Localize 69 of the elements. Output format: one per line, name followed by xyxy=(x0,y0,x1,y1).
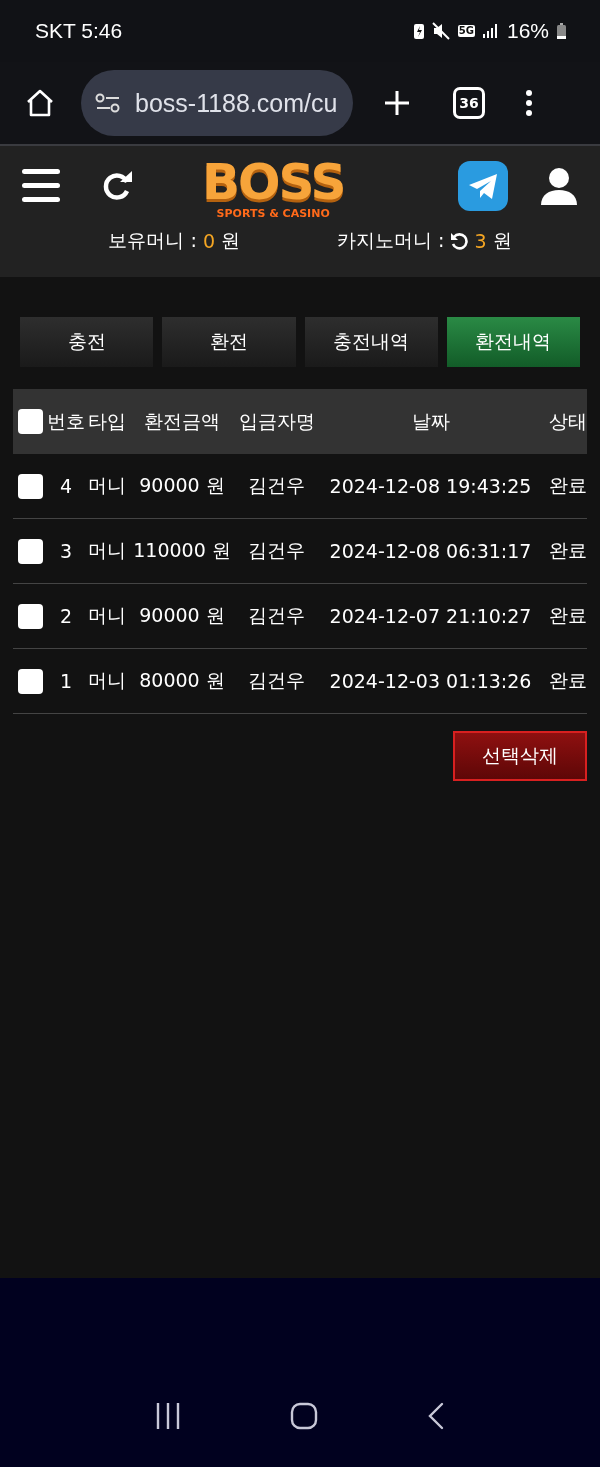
balance-value: 0 xyxy=(202,230,215,252)
table-cell-text: 80000 원 xyxy=(138,668,226,693)
site-settings-icon xyxy=(95,93,121,113)
table-cell-text: 완료 xyxy=(548,538,587,563)
currency-unit: 원 xyxy=(221,228,240,253)
table-cell-text: 2024-12-08 06:31:17 xyxy=(328,540,533,562)
checkbox[interactable] xyxy=(17,538,43,564)
delete-selected-button[interactable]: 선택삭제 xyxy=(453,731,587,781)
logo[interactable]: BOSS SPORTS & CASINO xyxy=(202,151,345,221)
table-cell-text: 2024-12-08 19:43:25 xyxy=(328,475,533,497)
table-cell-text: 머니 xyxy=(87,473,127,498)
url-text: boss-1188.com/cu xyxy=(135,88,338,118)
checkbox[interactable] xyxy=(17,473,43,499)
column-header: 환전금액 xyxy=(143,408,221,434)
column-header: 날짜 xyxy=(410,408,451,434)
table-cell-text: 1 xyxy=(58,670,74,692)
tab-count-button[interactable]: 36 xyxy=(453,87,485,119)
network-label: 5G xyxy=(457,25,475,37)
battery-saver-icon xyxy=(413,23,424,39)
checkbox[interactable] xyxy=(17,409,43,434)
home-button-icon[interactable] xyxy=(290,1401,318,1430)
table-cell-text: 2024-12-07 21:10:27 xyxy=(328,605,533,627)
table-cell-text: 머니 xyxy=(87,668,127,693)
address-bar[interactable]: boss-1188.com/cu xyxy=(81,70,353,136)
refresh-icon[interactable] xyxy=(102,170,134,202)
column-header: 번호 xyxy=(46,408,86,434)
table-cell-text: 김건우 xyxy=(247,473,306,498)
table-cell-text: 2 xyxy=(58,605,74,627)
tab[interactable]: 환전내역 xyxy=(446,317,580,367)
recent-apps-icon[interactable] xyxy=(154,1401,181,1430)
balance-value: 3 xyxy=(474,230,487,252)
user-icon[interactable] xyxy=(540,167,578,205)
tab[interactable]: 충전 xyxy=(20,317,154,367)
table-cell-text: 완료 xyxy=(548,473,587,498)
table-cell-text: 90000 원 xyxy=(138,473,226,498)
table-cell-text: 4 xyxy=(58,475,74,497)
signal-icon xyxy=(482,24,497,38)
tab[interactable]: 환전 xyxy=(162,317,296,367)
new-tab-icon[interactable] xyxy=(383,89,411,117)
checkbox[interactable] xyxy=(17,668,43,694)
currency-unit: 원 xyxy=(492,228,512,253)
table-cell-text: 90000 원 xyxy=(138,603,226,628)
refresh-icon[interactable] xyxy=(450,232,469,250)
table-cell-text: 김건우 xyxy=(247,538,306,563)
more-icon[interactable] xyxy=(525,89,533,117)
column-header: 상태 xyxy=(548,408,587,434)
balance-label: 보유머니 : xyxy=(108,228,197,253)
balance-label: 카지노머니 : xyxy=(336,228,445,253)
table-cell-text: 3 xyxy=(58,540,74,562)
table-cell-text: 완료 xyxy=(548,603,587,628)
menu-icon[interactable] xyxy=(22,169,60,203)
table-cell-text: 2024-12-03 01:13:26 xyxy=(328,670,533,692)
column-header: 입금자명 xyxy=(237,408,316,434)
status-time: SKT 5:46 xyxy=(35,19,123,43)
checkbox[interactable] xyxy=(17,603,43,629)
home-icon[interactable] xyxy=(25,88,55,118)
table-cell-text: 김건우 xyxy=(247,603,306,628)
column-header: 타입 xyxy=(87,408,127,434)
table-cell-text: 완료 xyxy=(548,668,587,693)
table-cell-text: 머니 xyxy=(87,538,127,563)
mute-icon xyxy=(431,22,450,40)
table-cell-text: 김건우 xyxy=(247,668,306,693)
table-cell-text: 머니 xyxy=(87,603,127,628)
back-icon[interactable] xyxy=(427,1401,446,1430)
battery-percent: 16% xyxy=(506,19,549,43)
tab[interactable]: 충전내역 xyxy=(304,317,438,367)
battery-icon xyxy=(557,23,566,39)
table-cell-text: 110000 원 xyxy=(132,538,232,563)
paper-plane-icon[interactable] xyxy=(458,161,508,211)
